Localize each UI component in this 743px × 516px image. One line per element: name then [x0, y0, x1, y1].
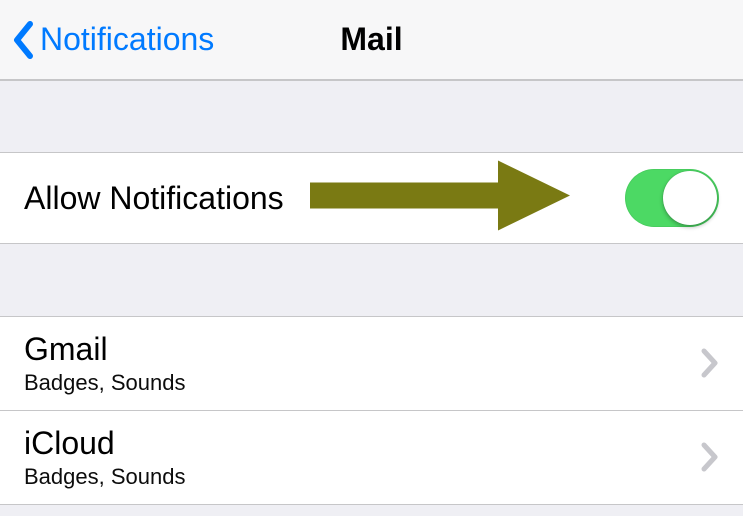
back-label: Notifications — [40, 21, 214, 58]
account-row-gmail[interactable]: Gmail Badges, Sounds — [0, 317, 743, 411]
account-title: iCloud — [24, 425, 185, 462]
allow-notifications-label: Allow Notifications — [24, 180, 284, 217]
account-subtitle: Badges, Sounds — [24, 464, 185, 490]
accounts-list: Gmail Badges, Sounds iCloud Badges, Soun… — [0, 316, 743, 505]
page-title: Mail — [340, 21, 402, 58]
section-spacer — [0, 80, 743, 152]
section-spacer — [0, 244, 743, 316]
chevron-right-icon — [701, 442, 719, 472]
annotation-arrow-icon — [310, 161, 570, 236]
account-subtitle: Badges, Sounds — [24, 370, 185, 396]
account-row-icloud[interactable]: iCloud Badges, Sounds — [0, 411, 743, 505]
toggle-knob — [663, 171, 717, 225]
chevron-left-icon — [12, 21, 34, 59]
chevron-right-icon — [701, 348, 719, 378]
allow-notifications-toggle[interactable] — [625, 169, 719, 227]
allow-notifications-section: Allow Notifications — [0, 152, 743, 244]
account-title: Gmail — [24, 331, 185, 368]
allow-notifications-row: Allow Notifications — [0, 153, 743, 243]
nav-bar: Notifications Mail — [0, 0, 743, 80]
back-button[interactable]: Notifications — [0, 21, 214, 59]
